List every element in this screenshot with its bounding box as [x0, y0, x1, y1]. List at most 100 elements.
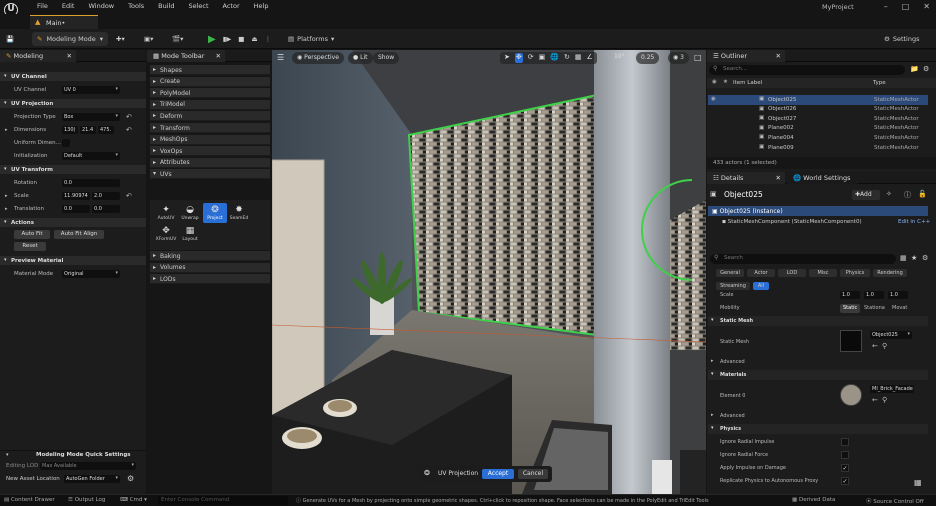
translation-u-input[interactable]: 0.0 [62, 205, 90, 213]
uniform-dimensions-checkbox[interactable] [62, 139, 70, 147]
details-search-input[interactable]: Search [710, 254, 896, 264]
close-icon[interactable]: ✕ [776, 52, 781, 60]
snap-value[interactable]: 0.25 [636, 52, 660, 64]
col-type[interactable]: Type [873, 80, 886, 86]
cancel-button[interactable]: Cancel [518, 469, 548, 479]
step-icon[interactable]: ▮▶ [223, 35, 232, 43]
filter-physics[interactable]: Physics [840, 269, 870, 277]
star-icon[interactable]: ★ [911, 254, 917, 262]
close-icon[interactable]: ✕ [923, 2, 930, 11]
blueprint-button[interactable]: ▣▾ [144, 32, 153, 46]
select-icon[interactable]: ➤ [504, 53, 510, 63]
filter-general[interactable]: General [716, 269, 744, 277]
component-instance-row[interactable]: ▣ Object025 (Instance) [708, 206, 928, 216]
reset-arrow-icon[interactable]: ↶ [126, 126, 132, 134]
find-in-browser-icon[interactable]: ⚲ [882, 396, 887, 404]
mobility-static[interactable]: Static [840, 304, 861, 313]
expand-arrow-icon[interactable]: ▸ [5, 127, 8, 133]
section-uv-channel[interactable]: UV Channel [0, 72, 146, 81]
add-component-button[interactable]: ✚Add [852, 190, 880, 200]
scale-y-input[interactable]: 1.0 [864, 291, 884, 299]
physics-checkbox[interactable]: ✓ [841, 477, 849, 485]
editing-lod-dropdown[interactable]: Max Available [40, 462, 136, 470]
close-icon[interactable]: ✕ [776, 174, 781, 182]
filter-misc[interactable]: Misc [809, 269, 837, 277]
show-button[interactable]: Show [373, 52, 400, 64]
browse-icon[interactable]: ← [872, 342, 878, 350]
section-materials[interactable]: ▾ Materials [708, 370, 928, 380]
section-static-mesh[interactable]: ▾ Static Mesh [708, 316, 928, 326]
eject-icon[interactable]: ⏏ [251, 35, 257, 43]
star-icon[interactable]: ★ [723, 79, 728, 85]
category-shapes[interactable]: Shapes [150, 65, 270, 75]
filter-all[interactable]: All [753, 282, 769, 290]
filter-actor[interactable]: Actor [747, 269, 775, 277]
perspective-button[interactable]: ◉ Perspective [292, 52, 344, 64]
outliner-row[interactable]: ▣ Plane004 StaticMeshActor [708, 133, 928, 143]
grid-snap-icon[interactable]: ▦ [575, 53, 582, 63]
tab-mode-toolbar[interactable]: ▦ Mode Toolbar ✕ [147, 50, 225, 62]
menu-item-build[interactable]: Build [151, 2, 181, 10]
category-trimodel[interactable]: TriModel [150, 99, 270, 110]
collapse-arrow-icon[interactable]: ▾ [6, 452, 9, 458]
section-uv-transform[interactable]: UV Transform [0, 165, 146, 174]
table-view-icon[interactable]: ▦ [900, 254, 907, 262]
projection-type-dropdown[interactable]: Box [62, 113, 120, 121]
expand-view-icon[interactable]: ▦ [914, 478, 922, 487]
content-drawer-button[interactable]: ▤ Content Drawer [4, 497, 55, 503]
rotate-icon[interactable]: ⟳ [528, 53, 534, 63]
mode-select-button[interactable]: ✎ Modeling Mode ▾ [32, 32, 109, 46]
close-icon[interactable]: ✕ [67, 52, 72, 60]
unwrap-tool[interactable]: ◒ Unwrap [178, 205, 202, 221]
help-icon[interactable]: ⓘ [904, 190, 911, 200]
material-dropdown[interactable]: MI_Brick_Facade [870, 385, 914, 393]
outliner-row[interactable]: ▣ Plane009 StaticMeshActor [708, 143, 928, 153]
dimension-y-input[interactable]: 21.4 [80, 126, 96, 134]
menu-item-select[interactable]: Select [181, 2, 215, 10]
static-mesh-thumbnail[interactable] [840, 330, 862, 352]
rotation-input[interactable]: 0.0 [62, 179, 120, 187]
angle-snap-icon[interactable]: ∠ [586, 53, 592, 63]
menu-item-help[interactable]: Help [247, 2, 276, 10]
minimize-icon[interactable]: – [884, 2, 888, 11]
outliner-search-input[interactable]: Search... [709, 65, 905, 75]
gear-icon[interactable]: ⚙ [923, 65, 929, 73]
material-mode-dropdown[interactable]: Original [62, 270, 120, 278]
reset-button[interactable]: Reset [14, 242, 46, 251]
seam-editor-tool[interactable]: ✸ SeamEd [227, 205, 251, 221]
scale-icon[interactable]: ▣ [539, 53, 546, 63]
translate-icon[interactable]: ✥ [514, 53, 523, 63]
browse-icon[interactable]: ← [872, 396, 878, 404]
add-actor-button[interactable]: ✚▾ [116, 32, 125, 46]
console-input[interactable]: Enter Console Command [158, 496, 288, 505]
category-volumes[interactable]: Volumes [150, 262, 270, 273]
category-deform[interactable]: Deform [150, 111, 270, 122]
category-polymodel[interactable]: PolyModel [150, 88, 270, 99]
category-voxops[interactable]: VoxOps [150, 146, 270, 157]
section-actions[interactable]: Actions [0, 218, 146, 227]
stop-icon[interactable]: ■ [238, 35, 244, 43]
category-transform[interactable]: Transform [150, 123, 270, 133]
static-mesh-component-row[interactable]: ◾ StaticMeshComponent (StaticMeshCompone… [722, 219, 862, 225]
platforms-button[interactable]: ▤ Platforms ▾ [288, 32, 334, 46]
filter-rendering[interactable]: Rendering [873, 269, 907, 277]
level-viewport[interactable]: ☰ ◉ Perspective ● Lit Show ➤ ✥ ⟳ ▣ 🌐 ↻ ▦… [272, 50, 706, 494]
surface-snap-icon[interactable]: ↻ [564, 53, 570, 63]
material-thumbnail[interactable] [840, 384, 862, 406]
world-icon[interactable]: 🌐 [550, 53, 559, 63]
auto-fit-button[interactable]: Auto Fit [14, 230, 50, 239]
translation-v-input[interactable]: 0.0 [92, 205, 120, 213]
filter-streaming[interactable]: Streaming [716, 282, 750, 290]
edit-in-cpp-link[interactable]: Edit in C++ [898, 219, 930, 225]
scale-u-input[interactable]: 11.90974 [62, 192, 90, 200]
mobility-movable[interactable]: Movat [892, 305, 907, 311]
uv-channel-dropdown[interactable]: UV 0 [62, 86, 120, 94]
advanced-row-1[interactable]: ▸ Advanced [708, 357, 928, 367]
tab-outliner[interactable]: ☰ Outliner ✕ [707, 50, 785, 62]
category-lods[interactable]: LODs [150, 274, 270, 285]
folder-add-icon[interactable]: 📁 [910, 65, 919, 73]
visibility-icon[interactable]: ◉ [712, 79, 717, 85]
settings-button[interactable]: ⚙ Settings [884, 32, 920, 46]
visibility-icon[interactable]: ◉ [711, 96, 716, 102]
tab-main-level[interactable]: ▲ Main• [30, 15, 98, 29]
